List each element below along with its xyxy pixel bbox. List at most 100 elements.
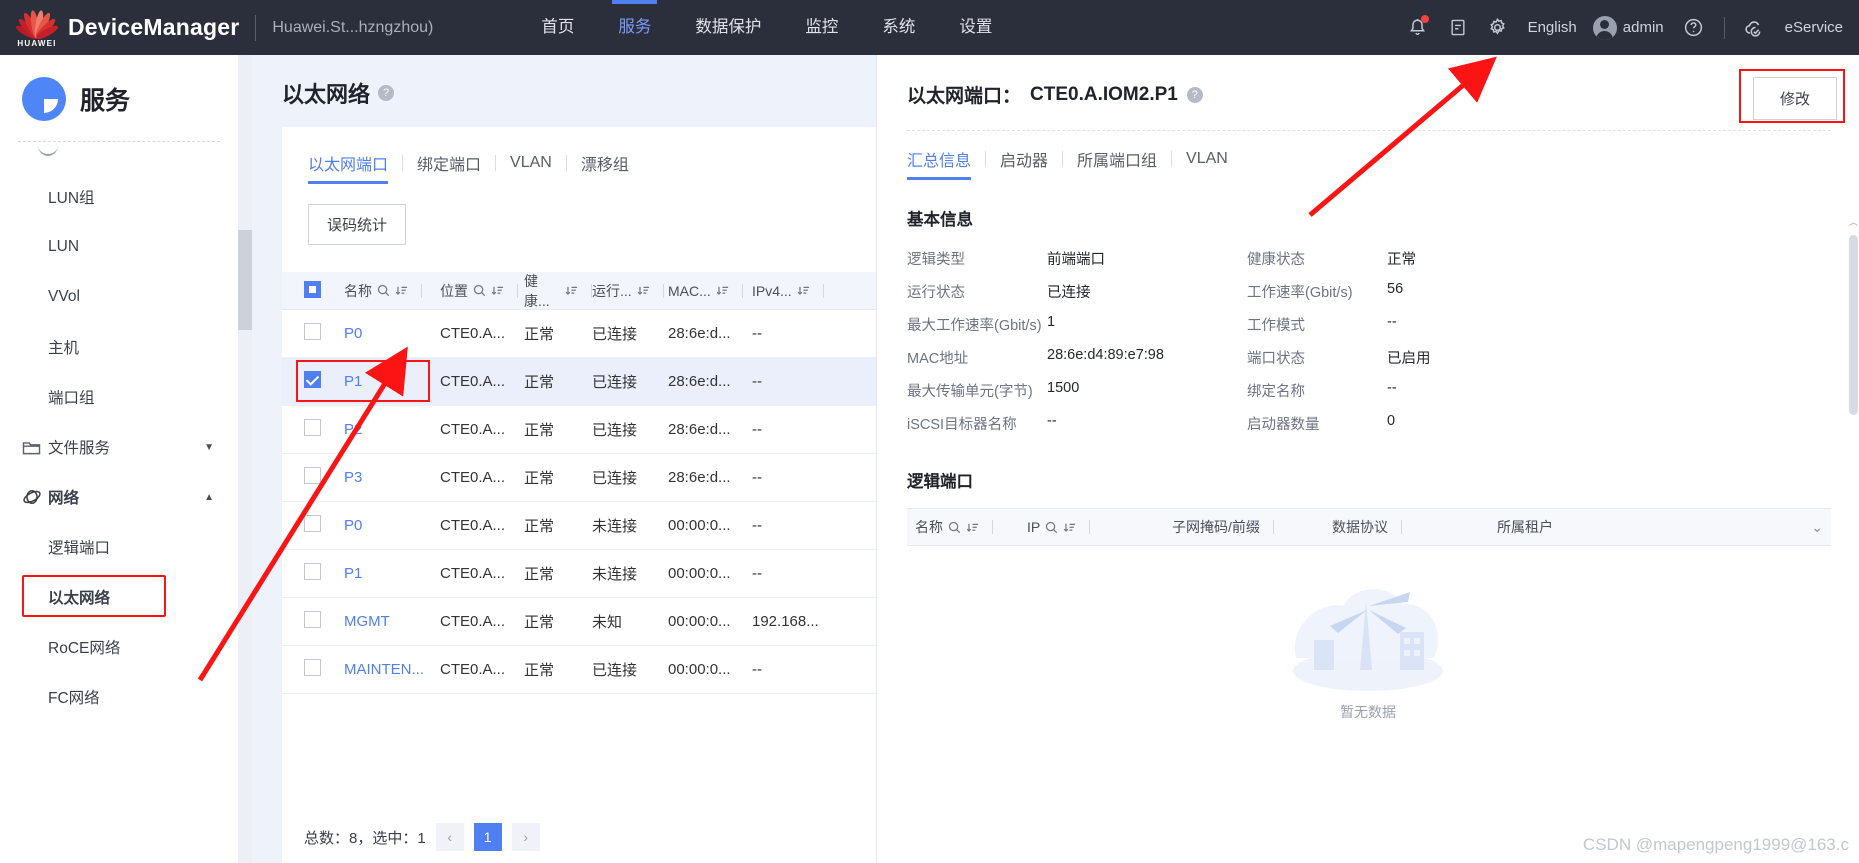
row-checkbox[interactable] [304,515,321,532]
column-header-tenant[interactable]: 所属租户 [1497,517,1811,537]
tab-initiator[interactable]: 启动器 [1000,147,1048,180]
search-icon[interactable] [473,284,486,297]
row-name-link[interactable]: P1 [344,373,362,390]
nav-item-home[interactable]: 首页 [519,0,596,55]
prev-page-button[interactable]: ‹ [435,823,464,851]
column-header-name[interactable]: 名称 [907,517,1027,537]
nav-item-settings[interactable]: 设置 [937,0,1014,55]
table-row[interactable]: P1 CTE0.A... 正常 未连接 00:00:0... -- [282,550,876,598]
sidebar-item-ethernet-network[interactable]: 以太网络 [0,572,238,622]
eservice-label[interactable]: eService [1775,19,1853,36]
sidebar-item-network[interactable]: 网络 ▲ [0,472,238,522]
row-name-link[interactable]: P0 [344,325,362,342]
row-checkbox[interactable] [304,419,321,436]
sidebar-item-lun-group[interactable]: LUN组 [0,172,238,222]
nav-item-data-protection[interactable]: 数据保护 [673,0,783,55]
chevron-up-icon[interactable]: ▲ [204,492,214,503]
nav-item-system[interactable]: 系统 [860,0,937,55]
row-name-link[interactable]: MGMT [344,613,390,630]
row-mac: 00:00:0... [668,517,731,534]
column-header-data-protocol[interactable]: 数据协议 [1332,517,1497,537]
sort-icon[interactable] [565,284,578,297]
user-menu[interactable]: admin [1587,15,1674,40]
detail-scrollbar[interactable]: ︿ [1848,215,1859,855]
row-checkbox[interactable] [304,323,321,340]
row-name-link[interactable]: P0 [344,517,362,534]
row-checkbox[interactable] [304,371,321,388]
document-icon[interactable] [1438,0,1478,55]
sort-icon[interactable] [1063,521,1076,534]
tab-summary[interactable]: 汇总信息 [907,147,972,180]
sort-icon[interactable] [395,284,408,297]
detail-scrollbar-thumb[interactable] [1849,235,1858,415]
sidebar-item-port-group[interactable]: 端口组 [0,372,238,422]
sidebar-item-vvol[interactable]: VVol [0,272,238,322]
bell-icon[interactable] [1398,0,1438,55]
sort-icon[interactable] [966,521,979,534]
language-selector[interactable]: English [1518,19,1587,36]
tab-ethernet-port[interactable]: 以太网端口 [308,151,389,184]
search-icon[interactable] [1045,521,1058,534]
column-header-health[interactable]: 健康... [524,271,592,311]
field-label: 工作速率(Gbit/s) [1247,285,1353,301]
sidebar-item-lun[interactable]: LUN [0,222,238,272]
help-icon[interactable]: ? [1186,86,1203,103]
sort-icon[interactable] [797,284,810,297]
table-row[interactable]: MGMT CTE0.A... 正常 未知 00:00:0... 192.168.… [282,598,876,646]
expand-columns-icon[interactable]: ⌄ [1811,519,1831,536]
modify-button[interactable]: 修改 [1752,77,1837,120]
row-ipv4: -- [752,517,762,534]
sidebar-item-host[interactable]: 主机 [0,322,238,372]
column-header-running-status[interactable]: 运行... [592,281,668,301]
error-statistics-button[interactable]: 误码统计 [308,204,407,245]
column-header-subnet-mask[interactable]: 子网掩码/前缀 [1172,517,1332,537]
row-name-link[interactable]: P1 [344,565,362,582]
row-name-link[interactable]: P3 [344,469,362,486]
next-page-button[interactable]: › [511,823,540,851]
help-icon[interactable]: ? [378,85,395,101]
table-row[interactable]: P1 CTE0.A... 正常 已连接 28:6e:d... -- [282,358,876,406]
row-checkbox[interactable] [304,563,321,580]
page-1-button[interactable]: 1 [473,823,502,851]
tab-vlan[interactable]: VLAN [1186,150,1228,177]
sort-icon[interactable] [637,284,650,297]
help-icon[interactable] [1674,0,1714,55]
sidebar-item-fc-network[interactable]: FC网络 [0,672,238,722]
row-checkbox[interactable] [304,611,321,628]
table-row[interactable]: MAINTEN... CTE0.A... 正常 已连接 00:00:0... -… [282,646,876,694]
sidebar-scrollbar[interactable]: ︿ [238,55,252,863]
sidebar-item-roce-network[interactable]: RoCE网络 [0,622,238,672]
row-name-link[interactable]: MAINTEN... [344,661,424,678]
tab-drift-group[interactable]: 漂移组 [581,151,629,184]
row-checkbox[interactable] [304,467,321,484]
column-header-mac[interactable]: MAC... [668,283,752,299]
sort-icon[interactable] [716,284,729,297]
gear-icon[interactable] [1478,0,1518,55]
table-row[interactable]: P0 CTE0.A... 正常 未连接 00:00:0... -- [282,502,876,550]
tab-port-group[interactable]: 所属端口组 [1077,147,1157,180]
sort-icon[interactable] [491,284,504,297]
table-row[interactable]: P0 CTE0.A... 正常 已连接 28:6e:d... -- [282,310,876,358]
sidebar-item-file-service[interactable]: 文件服务 ▼ [0,422,238,472]
search-icon[interactable] [948,521,961,534]
table-row[interactable]: P3 CTE0.A... 正常 已连接 28:6e:d... -- [282,454,876,502]
scroll-up-icon[interactable]: ︿ [1848,215,1859,228]
chevron-down-icon[interactable]: ▼ [204,442,214,453]
column-header-ipv4[interactable]: IPv4... [752,283,836,299]
column-header-location[interactable]: 位置 [440,281,524,301]
select-all-checkbox[interactable] [304,280,321,298]
tab-bond-port[interactable]: 绑定端口 [417,151,481,184]
search-icon[interactable] [377,284,390,297]
cloud-icon[interactable] [1735,0,1775,55]
sidebar-scrollbar-thumb[interactable] [238,230,252,330]
column-header-name[interactable]: 名称 [344,281,440,301]
nav-item-monitoring[interactable]: 监控 [783,0,860,55]
sidebar-item-logical-port[interactable]: 逻辑端口 [0,522,238,572]
row-name-link[interactable]: P2 [344,421,362,438]
column-header-ip[interactable]: IP [1027,519,1172,535]
row-checkbox[interactable] [304,659,321,676]
nav-item-services[interactable]: 服务 [596,0,673,55]
table-row[interactable]: P2 CTE0.A... 正常 已连接 28:6e:d... -- [282,406,876,454]
detail-header: 以太网端口： CTE0.A.IOM2.P1 ? [877,55,1859,108]
tab-vlan[interactable]: VLAN [510,154,552,181]
